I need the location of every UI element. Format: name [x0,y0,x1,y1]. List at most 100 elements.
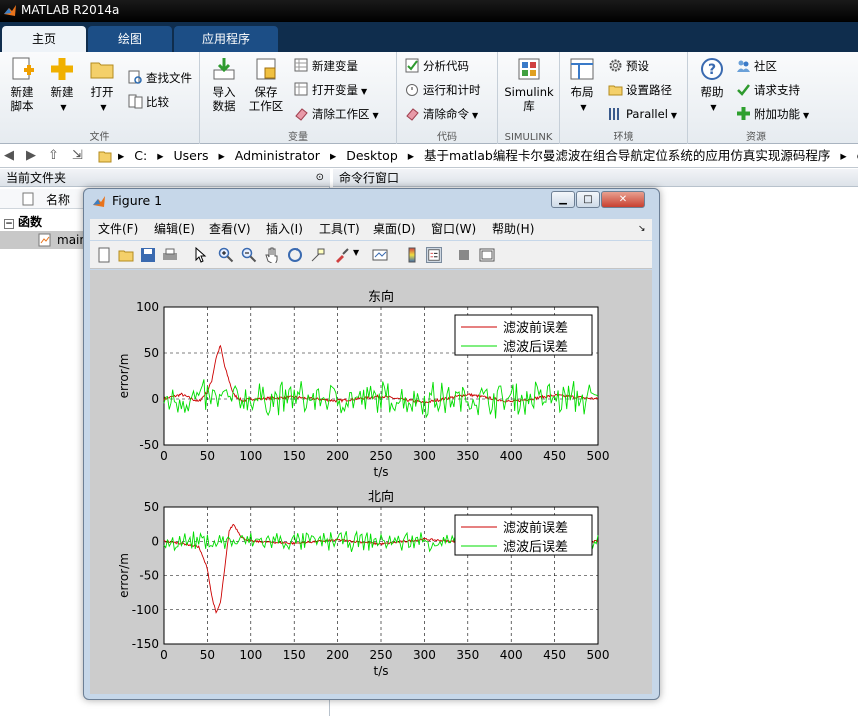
y-axis-label: error/m [117,354,131,399]
menu-edit[interactable]: 编辑(E) [154,219,195,240]
open-button[interactable]: 打开 ▼ [84,56,120,115]
x-tick-label: 100 [239,648,262,662]
chevron-down-icon[interactable]: ▼ [353,248,359,257]
zoom-out-icon[interactable] [241,247,257,263]
up-folder-icon[interactable]: ⇧ [48,144,59,168]
new-figure-icon[interactable] [96,247,112,263]
zoom-in-icon[interactable] [218,247,234,263]
data-cursor-icon[interactable] [310,247,326,263]
breadcrumb-item[interactable]: C: [134,148,147,163]
menu-window[interactable]: 窗口(W) [431,219,476,240]
matlab-logo-icon [4,5,16,16]
column-name[interactable]: 名称 [46,191,70,208]
chevron-down-icon: ▼ [361,87,368,96]
ribbon-tabstrip: 主页 绘图 应用程序 [0,22,858,52]
tab-apps[interactable]: 应用程序 [174,26,278,52]
help-button[interactable]: ? 帮助 ▼ [694,56,730,115]
legend-entry: 滤波后误差 [503,340,568,355]
legend-icon[interactable] [426,247,442,263]
chart-title: 北向 [368,489,394,505]
x-tick-label: 250 [370,449,393,463]
x-tick-label: 350 [456,449,479,463]
tab-home[interactable]: 主页 [2,26,86,52]
breadcrumb-item[interactable]: 基于matlab编程卡尔曼滤波在组合导航定位系统的应用仿真实现源码程序 [424,148,830,163]
save-workspace-button[interactable]: 保存 工作区 [246,56,286,113]
new-script-button[interactable]: 新建 脚本 [4,56,40,113]
figure-canvas[interactable]: 0 50 100 150 200 250 300 350 400 450 500 100 50 0 -50 东… [90,270,652,694]
menu-insert[interactable]: 插入(I) [266,219,303,240]
layout-button[interactable]: 布局 ▼ [564,56,600,115]
new-variable-icon [294,58,308,72]
breadcrumb-separator-icon: ▸ [329,148,337,163]
save-icon[interactable] [140,247,156,263]
add-ons-button[interactable]: 附加功能 ▼ [736,104,809,124]
clear-workspace-button[interactable]: 清除工作区 ▼ [294,104,379,124]
section-functions[interactable]: − 函数 [4,213,42,230]
print-icon[interactable] [162,247,178,263]
run-and-time-button[interactable]: 运行和计时 [405,80,481,100]
set-path-icon [608,85,623,96]
analyze-code-label: 分析代码 [423,59,469,73]
x-tick-label: 0 [160,449,168,463]
section-label: 函数 [18,215,43,229]
parallel-button[interactable]: Parallel ▼ [608,104,677,124]
address-bar: ◀ ▶ ⇧ ⇲ ▸ C: ▸ Users ▸ Administrator ▸ D… [0,144,858,168]
colorbar-icon[interactable] [404,247,420,263]
request-support-label: 请求支持 [754,83,800,97]
new-variable-button[interactable]: 新建变量 [294,56,358,76]
open-label: 打开 [90,85,114,99]
preferences-button[interactable]: 预设 [608,56,649,76]
pan-hand-icon[interactable] [264,247,280,263]
x-tick-label: 450 [543,449,566,463]
breadcrumb-item[interactable]: Desktop [346,148,398,163]
y-tick-label: 50 [144,500,159,514]
layout-icon [570,58,594,80]
tab-plots[interactable]: 绘图 [88,26,172,52]
breadcrumb-item[interactable]: Users [173,148,208,163]
layout-label: 布局 [570,85,594,99]
chevron-down-icon: ▼ [372,111,379,120]
minimize-button[interactable]: ▁ [551,191,575,208]
parallel-icon [609,108,619,120]
pointer-icon[interactable] [192,247,208,263]
compare-button[interactable]: 比较 [128,92,169,112]
community-button[interactable]: 社区 [736,56,777,76]
link-plot-icon[interactable] [372,247,388,263]
menu-dock-icon[interactable]: ↘ [638,219,646,240]
import-data-button[interactable]: 导入 数据 [206,56,242,113]
show-tools-icon[interactable] [479,247,495,263]
y-tick-label: 50 [144,346,159,360]
find-files-button[interactable]: 查找文件 [128,68,192,88]
new-button[interactable]: 新建 ▼ [44,56,80,115]
menu-view[interactable]: 查看(V) [209,219,251,240]
menu-file[interactable]: 文件(F) [98,219,138,240]
menu-desktop[interactable]: 桌面(D) [373,219,416,240]
clear-workspace-label: 清除工作区 [312,107,370,121]
simulink-library-button[interactable]: Simulink 库 [502,56,556,113]
open-file-icon[interactable] [118,247,134,263]
hide-tools-icon[interactable] [456,247,472,263]
menu-tools[interactable]: 工具(T) [319,219,360,240]
import-data-icon [213,58,235,80]
back-arrow-icon[interactable]: ◀ [4,144,14,168]
breadcrumb-item[interactable]: Administrator [235,148,320,163]
brush-icon[interactable] [334,247,350,263]
y-tick-label: 100 [136,300,159,314]
panel-menu-icon[interactable]: ⊙ [316,169,324,187]
breadcrumb-separator-icon: ▸ [218,148,225,163]
menu-help[interactable]: 帮助(H) [492,219,534,240]
maximize-button[interactable]: □ [576,191,600,208]
collapse-icon[interactable]: − [4,219,14,229]
clear-commands-button[interactable]: 清除命令 ▼ [405,104,478,124]
file-icon [22,192,34,206]
request-support-button[interactable]: 请求支持 [736,80,800,100]
analyze-code-button[interactable]: 分析代码 [405,56,469,76]
forward-arrow-icon[interactable]: ▶ [26,144,36,168]
rotate-3d-icon[interactable] [287,247,303,263]
close-button[interactable]: ✕ [601,191,645,208]
m-file-icon [38,233,51,247]
set-path-button[interactable]: 设置路径 [608,80,672,100]
open-variable-button[interactable]: 打开变量 ▼ [294,80,367,100]
browse-folder-icon[interactable]: ⇲ [72,144,83,168]
figure-window[interactable]: Figure 1 ▁ □ ✕ 文件(F) 编辑(E) 查看(V) 插入(I) 工… [83,188,660,700]
